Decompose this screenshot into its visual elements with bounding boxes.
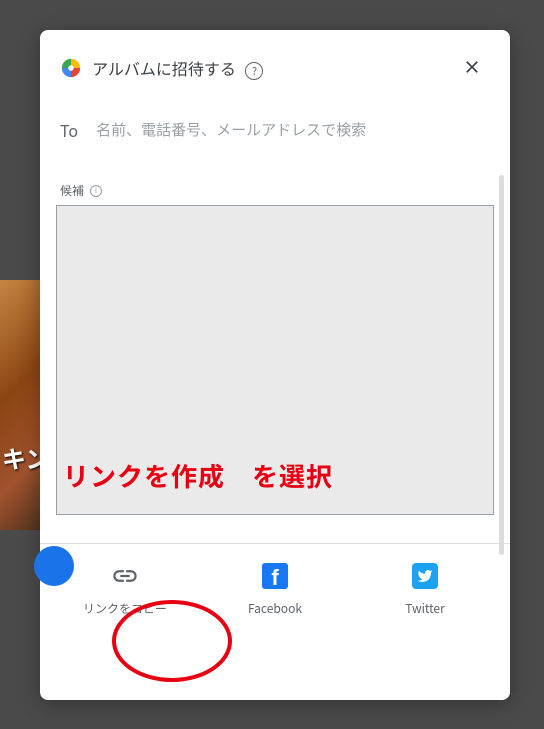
recipient-row: To <box>40 100 510 146</box>
annotation-instruction: リンクを作成 を選択 <box>63 457 333 494</box>
suggestions-box: リンクを作成 を選択 <box>56 205 494 515</box>
help-icon[interactable]: ? <box>245 62 263 80</box>
close-button[interactable] <box>454 48 490 88</box>
facebook-icon: f <box>262 562 288 590</box>
modal-title: アルバムに招待する ? <box>92 56 454 80</box>
info-icon[interactable]: i <box>90 185 102 197</box>
suggestions-label: 候補 <box>60 182 84 199</box>
twitter-label: Twitter <box>405 600 444 617</box>
suggestions-header: 候補 i <box>40 146 510 205</box>
twitter-icon <box>412 562 438 590</box>
copy-link-button[interactable]: リンクをコピー <box>65 562 185 617</box>
facebook-label: Facebook <box>248 600 302 617</box>
recipient-input[interactable] <box>96 122 490 139</box>
user-avatar[interactable] <box>34 546 74 586</box>
twitter-share-button[interactable]: Twitter <box>365 562 485 617</box>
link-icon <box>111 562 139 590</box>
invite-modal: アルバムに招待する ? To 候補 i リンクを作成 を選択 リンクをコピー f… <box>40 30 510 700</box>
modal-header: アルバムに招待する ? <box>40 30 510 100</box>
to-label: To <box>60 118 78 142</box>
facebook-share-button[interactable]: f Facebook <box>215 562 335 617</box>
google-photos-icon <box>60 57 82 79</box>
share-options-row: リンクをコピー f Facebook Twitter <box>40 544 510 617</box>
scrollbar[interactable] <box>499 175 504 555</box>
copy-link-label: リンクをコピー <box>83 600 167 617</box>
